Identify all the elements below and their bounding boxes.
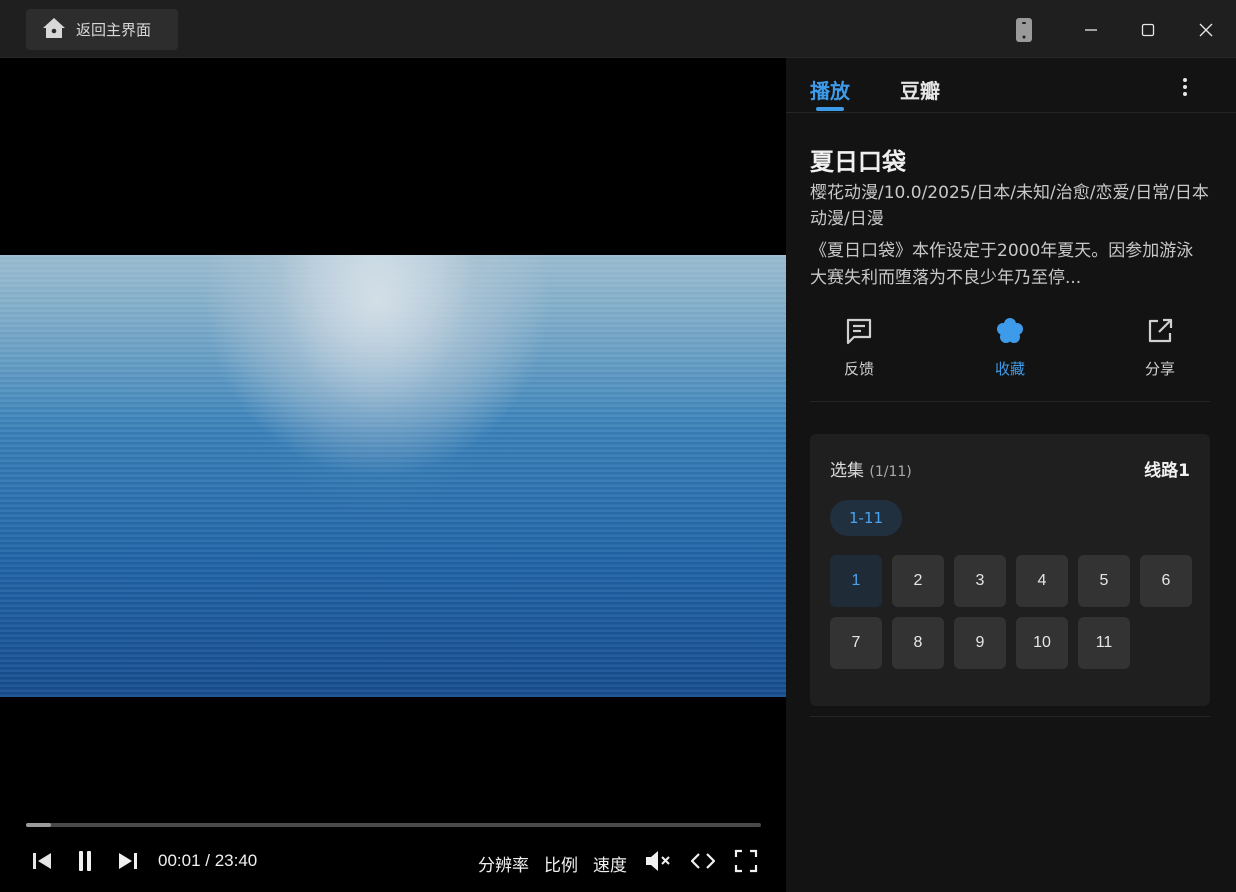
share-button[interactable]: 分享 <box>1120 316 1200 386</box>
minimize-icon[interactable] <box>1069 10 1113 50</box>
action-row: 反馈 收藏 分享 <box>810 316 1210 402</box>
next-icon[interactable] <box>114 843 142 879</box>
ratio-button[interactable]: 比例 <box>544 851 578 876</box>
episode-range-chip[interactable]: 1-11 <box>830 500 902 536</box>
feedback-label: 反馈 <box>843 360 874 378</box>
episode-selector: 选集 (1/11) 线路1 1-11 1 2 3 4 5 6 7 8 9 10 … <box>810 434 1210 706</box>
tab-underline <box>816 107 844 111</box>
divider <box>810 716 1210 717</box>
maximize-icon[interactable] <box>1126 10 1170 50</box>
player-controls: 00:01 / 23:40 分辨率 比例 速度 <box>0 843 786 879</box>
favorite-button[interactable]: 收藏 <box>970 316 1050 386</box>
episode-grid: 1 2 3 4 5 6 7 8 9 10 11 <box>830 555 1192 669</box>
episode-button[interactable]: 8 <box>892 617 944 669</box>
mute-icon[interactable] <box>643 843 673 879</box>
episode-button[interactable]: 11 <box>1078 617 1130 669</box>
episode-button[interactable]: 1 <box>830 555 882 607</box>
show-title: 夏日口袋 <box>810 148 906 176</box>
show-description[interactable]: 《夏日口袋》本作设定于2000年夏天。因参加游泳大赛失利而堕落为不良少年乃至停.… <box>810 238 1210 292</box>
home-icon <box>42 17 66 43</box>
progress-fill <box>26 823 51 827</box>
close-icon[interactable] <box>1184 10 1228 50</box>
previous-icon[interactable] <box>28 843 56 879</box>
video-frame <box>0 255 786 697</box>
feedback-icon <box>844 316 874 350</box>
return-home-button[interactable]: 返回主界面 <box>26 9 178 50</box>
progress-bar[interactable] <box>26 823 761 827</box>
more-options-icon[interactable] <box>1170 72 1200 102</box>
time-display: 00:01 / 23:40 <box>158 851 258 870</box>
fullscreen-icon[interactable] <box>732 843 760 879</box>
tab-play[interactable]: 播放 <box>810 75 850 104</box>
resolution-button[interactable]: 分辨率 <box>478 851 529 876</box>
feedback-button[interactable]: 反馈 <box>819 316 899 386</box>
tab-bar: 播放 豆瓣 <box>786 58 1236 113</box>
episode-heading: 选集 (1/11) <box>830 456 912 481</box>
episode-heading-label: 选集 <box>830 461 864 481</box>
episode-button[interactable]: 2 <box>892 555 944 607</box>
episode-button[interactable]: 5 <box>1078 555 1130 607</box>
phone-icon[interactable] <box>1002 10 1046 50</box>
return-home-label: 返回主界面 <box>76 21 152 39</box>
episode-button[interactable]: 3 <box>954 555 1006 607</box>
tab-douban[interactable]: 豆瓣 <box>900 75 940 104</box>
episode-count: (1/11) <box>869 464 912 480</box>
share-icon <box>1145 316 1175 350</box>
side-panel: 播放 豆瓣 夏日口袋 樱花动漫/10.0/2025/日本/未知/治愈/恋爱/日常… <box>786 58 1236 892</box>
code-icon[interactable] <box>689 843 717 879</box>
video-player[interactable]: 00:01 / 23:40 分辨率 比例 速度 <box>0 58 786 892</box>
episode-button[interactable]: 6 <box>1140 555 1192 607</box>
route-selector[interactable]: 线路1 <box>1144 456 1190 481</box>
title-bar: 返回主界面 <box>0 0 1236 58</box>
share-label: 分享 <box>1144 360 1175 378</box>
video-glow <box>210 255 540 697</box>
episode-button[interactable]: 10 <box>1016 617 1068 669</box>
favorite-label: 收藏 <box>994 360 1025 378</box>
show-meta: 樱花动漫/10.0/2025/日本/未知/治愈/恋爱/日常/日本动漫/日漫 <box>810 183 1209 229</box>
speed-button[interactable]: 速度 <box>593 851 627 876</box>
favorite-flower-icon <box>995 316 1025 350</box>
episode-button[interactable]: 9 <box>954 617 1006 669</box>
episode-button[interactable]: 4 <box>1016 555 1068 607</box>
pause-icon[interactable] <box>71 843 99 879</box>
episode-button[interactable]: 7 <box>830 617 882 669</box>
